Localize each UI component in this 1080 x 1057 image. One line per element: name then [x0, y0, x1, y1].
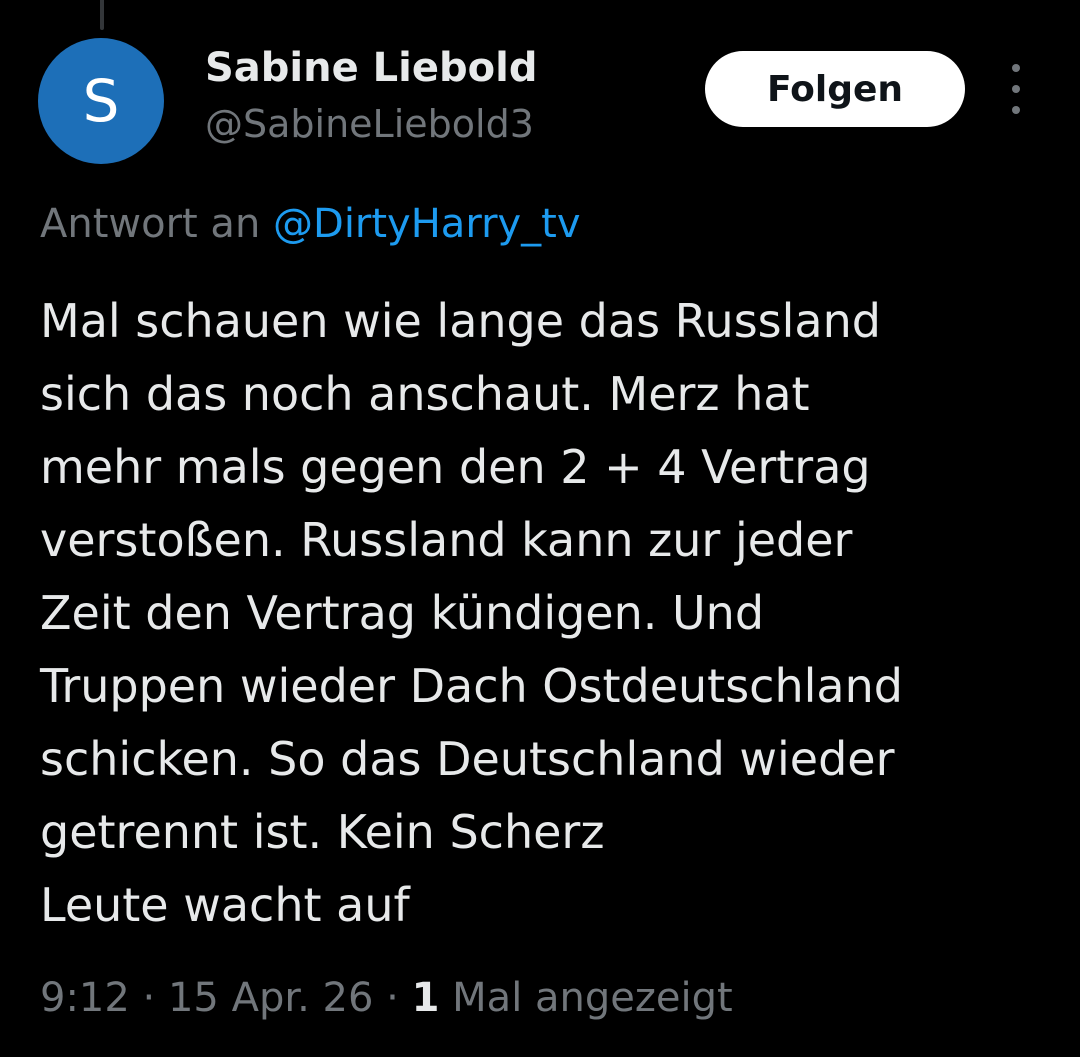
meta-separator: ·: [373, 975, 412, 1021]
reply-prefix: Antwort an: [40, 201, 261, 247]
thread-connector-line: [100, 0, 104, 30]
views-count: 1: [411, 975, 440, 1021]
tweet-text-line: mehr mals gegen den 2 + 4 Vertrag: [40, 440, 871, 494]
more-dot: [1012, 106, 1020, 114]
author-display-name[interactable]: Sabine Liebold: [205, 44, 537, 92]
more-vertical-icon[interactable]: [1000, 64, 1032, 114]
tweet-text-line: Leute wacht auf: [40, 878, 410, 932]
more-dot: [1012, 85, 1020, 93]
tweet-metadata: 9:12 · 15 Apr. 26 · 1 Mal angezeigt: [40, 974, 733, 1022]
views-label: Mal angezeigt: [439, 975, 733, 1021]
meta-separator: ·: [129, 975, 168, 1021]
tweet-text: Mal schauen wie lange das Russland sich …: [40, 285, 1055, 942]
follow-button[interactable]: Folgen: [705, 51, 965, 127]
tweet-text-line: sich das noch anschaut. Merz hat: [40, 367, 810, 421]
avatar[interactable]: S: [38, 38, 164, 164]
tweet-text-line: verstoßen. Russland kann zur jeder: [40, 513, 853, 567]
tweet-time[interactable]: 9:12: [40, 975, 130, 1021]
tweet-text-line: getrennt ist. Kein Scherz: [40, 805, 605, 859]
tweet-text-line: Zeit den Vertrag kündigen. Und: [40, 586, 765, 640]
tweet-date[interactable]: 15 Apr. 26: [168, 975, 373, 1021]
author-handle[interactable]: @SabineLiebold3: [205, 102, 534, 148]
tweet-text-line: schicken. So das Deutschland wieder: [40, 732, 895, 786]
reply-mention-link[interactable]: @DirtyHarry_tv: [273, 201, 581, 247]
tweet-text-line: Mal schauen wie lange das Russland: [40, 294, 881, 348]
reply-context: Antwort an @DirtyHarry_tv: [40, 200, 581, 248]
tweet-text-line: Truppen wieder Dach Ostdeutschland: [40, 659, 903, 713]
more-dot: [1012, 64, 1020, 72]
